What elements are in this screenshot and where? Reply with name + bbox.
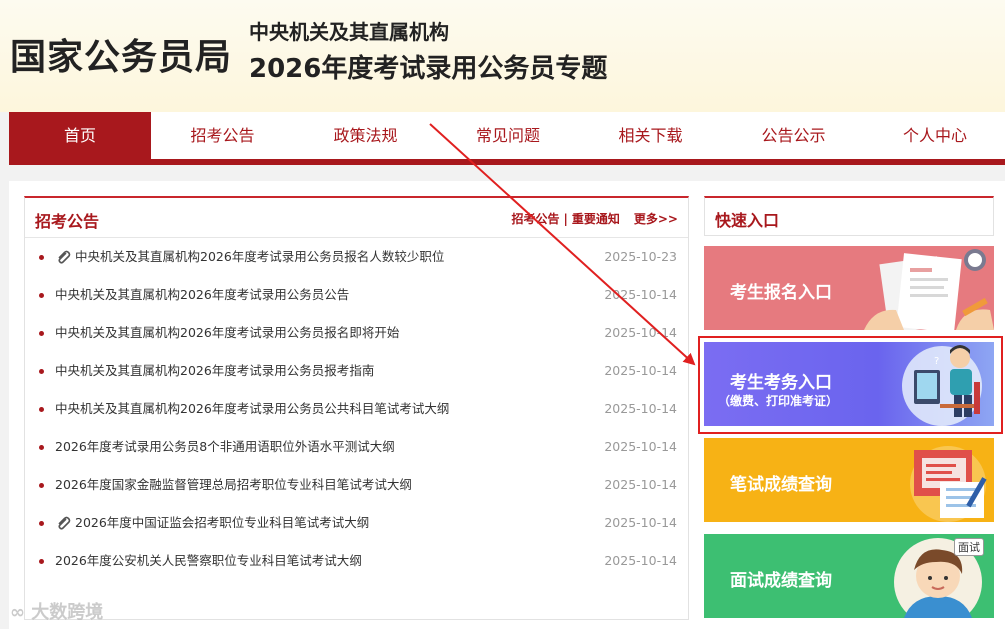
bullet-dot xyxy=(39,483,44,488)
news-title[interactable]: 中央机关及其直属机构2026年度考试录用公务员报考指南 xyxy=(55,352,374,390)
quick-access-title: 快速入口 xyxy=(715,211,780,230)
news-date: 2025-10-14 xyxy=(604,553,677,568)
nav-home[interactable]: 首页 xyxy=(9,112,151,159)
quick-access-header: 快速入口 xyxy=(704,196,994,236)
news-item[interactable]: 中央机关及其直属机构2026年度考试录用公务员报名人数较少职位 2025-10-2… xyxy=(25,238,688,276)
site-logo[interactable]: 国家公务员局 xyxy=(10,28,232,80)
interview-badge: 面试 xyxy=(954,538,984,556)
org-name: 中央机关及其直属机构 xyxy=(249,20,449,44)
notices-links: 招考公告 | 重要通知 更多>> xyxy=(511,210,678,227)
news-item[interactable]: 中央机关及其直属机构2026年度考试录用公务员公告 2025-10-14 xyxy=(25,276,688,314)
news-title[interactable]: 2026年度考试录用公务员8个非通用语职位外语水平测试大纲 xyxy=(55,428,395,466)
exam-paper-illustration xyxy=(910,446,987,522)
exam-affairs-entry-label: 考生考务入口 xyxy=(730,373,832,393)
news-title[interactable]: 2026年度公安机关人民警察职位专业科目笔试考试大纲 xyxy=(55,542,362,580)
news-date: 2025-10-14 xyxy=(604,477,677,492)
nav-downloads[interactable]: 相关下载 xyxy=(579,112,722,159)
bullet-dot xyxy=(39,559,44,564)
news-title[interactable]: 2026年度国家金融监督管理总局招考职位专业科目笔试考试大纲 xyxy=(55,466,412,504)
exam-affairs-entry-sublabel: （缴费、打印准考证） xyxy=(718,394,839,408)
bullet-dot xyxy=(39,255,44,260)
interview-score-label: 面试成绩查询 xyxy=(730,571,832,591)
nav-announcements[interactable]: 公告公示 xyxy=(722,112,865,159)
signup-entry-label: 考生报名入口 xyxy=(730,283,832,303)
site-header: 国家公务员局 中央机关及其直属机构 2026年度考试录用公务员专题 xyxy=(0,0,1005,112)
news-item[interactable]: 2026年度公安机关人民警察职位专业科目笔试考试大纲 2025-10-14 xyxy=(25,542,688,580)
more-link[interactable]: 更多>> xyxy=(634,210,678,227)
watermark-text: 大数跨境 xyxy=(31,602,104,623)
news-item[interactable]: 中央机关及其直属机构2026年度考试录用公务员报考指南 2025-10-14 xyxy=(25,352,688,390)
nav-recruitment-notices[interactable]: 招考公告 xyxy=(151,112,294,159)
news-item[interactable]: 2026年度考试录用公务员8个非通用语职位外语水平测试大纲 2025-10-14 xyxy=(25,428,688,466)
main-nav: 首页 招考公告 政策法规 常见问题 相关下载 公告公示 个人中心 xyxy=(9,112,1005,165)
news-title[interactable]: 2026年度中国证监会招考职位专业科目笔试考试大纲 xyxy=(75,504,369,542)
bullet-dot xyxy=(39,369,44,374)
bullet-dot xyxy=(39,445,44,450)
bullet-dot xyxy=(39,293,44,298)
notices-header: 招考公告 招考公告 | 重要通知 更多>> xyxy=(25,198,688,238)
news-item[interactable]: 2026年度国家金融监督管理总局招考职位专业科目笔试考试大纲 2025-10-14 xyxy=(25,466,688,504)
exam-affairs-entry-card[interactable]: 考生考务入口 （缴费、打印准考证） ? xyxy=(704,342,994,426)
news-list: 中央机关及其直属机构2026年度考试录用公务员报名人数较少职位 2025-10-2… xyxy=(25,238,688,580)
news-date: 2025-10-14 xyxy=(604,515,677,530)
paperclip-icon xyxy=(58,250,71,264)
news-date: 2025-10-23 xyxy=(604,249,677,264)
news-title[interactable]: 中央机关及其直属机构2026年度考试录用公务员报名即将开始 xyxy=(55,314,399,352)
paperclip-icon xyxy=(58,516,71,530)
bullet-dot xyxy=(39,521,44,526)
written-score-label: 笔试成绩查询 xyxy=(730,475,832,495)
svg-text:?: ? xyxy=(934,356,939,367)
notices-title: 招考公告 xyxy=(35,212,100,231)
link-important-notices[interactable]: 重要通知 xyxy=(572,210,620,227)
interview-score-card[interactable]: 面试成绩查询 面试 xyxy=(704,534,994,618)
nav-policies[interactable]: 政策法规 xyxy=(294,112,437,159)
notices-section: 招考公告 招考公告 | 重要通知 更多>> 中央机关及其直属机构2026年度考试… xyxy=(24,196,689,620)
news-date: 2025-10-14 xyxy=(604,401,677,416)
bullet-dot xyxy=(39,331,44,336)
watermark: ∞ 大数跨境 xyxy=(10,598,103,624)
bullet-dot xyxy=(39,407,44,412)
news-date: 2025-10-14 xyxy=(604,287,677,302)
person-at-computer-illustration: ? xyxy=(902,345,982,426)
news-title[interactable]: 中央机关及其直属机构2026年度考试录用公务员报名人数较少职位 xyxy=(75,238,444,276)
news-title[interactable]: 中央机关及其直属机构2026年度考试录用公务员公共科目笔试考试大纲 xyxy=(55,390,449,428)
link-recruitment-notices[interactable]: 招考公告 xyxy=(511,210,559,227)
watermark-icon: ∞ xyxy=(10,602,25,623)
news-title[interactable]: 中央机关及其直属机构2026年度考试录用公务员公告 xyxy=(55,276,349,314)
topic-title: 2026年度考试录用公务员专题 xyxy=(249,54,608,84)
link-separator: | xyxy=(563,211,568,226)
news-item[interactable]: 中央机关及其直属机构2026年度考试录用公务员报名即将开始 2025-10-14 xyxy=(25,314,688,352)
news-date: 2025-10-14 xyxy=(604,325,677,340)
signup-entry-card[interactable]: 考生报名入口 xyxy=(704,246,994,330)
news-item[interactable]: 中央机关及其直属机构2026年度考试录用公务员公共科目笔试考试大纲 2025-10… xyxy=(25,390,688,428)
application-form-illustration xyxy=(864,249,994,330)
written-score-card[interactable]: 笔试成绩查询 xyxy=(704,438,994,522)
nav-personal-center[interactable]: 个人中心 xyxy=(865,112,1005,159)
news-item[interactable]: 2026年度中国证监会招考职位专业科目笔试考试大纲 2025-10-14 xyxy=(25,504,688,542)
news-date: 2025-10-14 xyxy=(604,363,677,378)
news-date: 2025-10-14 xyxy=(604,439,677,454)
nav-faq[interactable]: 常见问题 xyxy=(437,112,579,159)
